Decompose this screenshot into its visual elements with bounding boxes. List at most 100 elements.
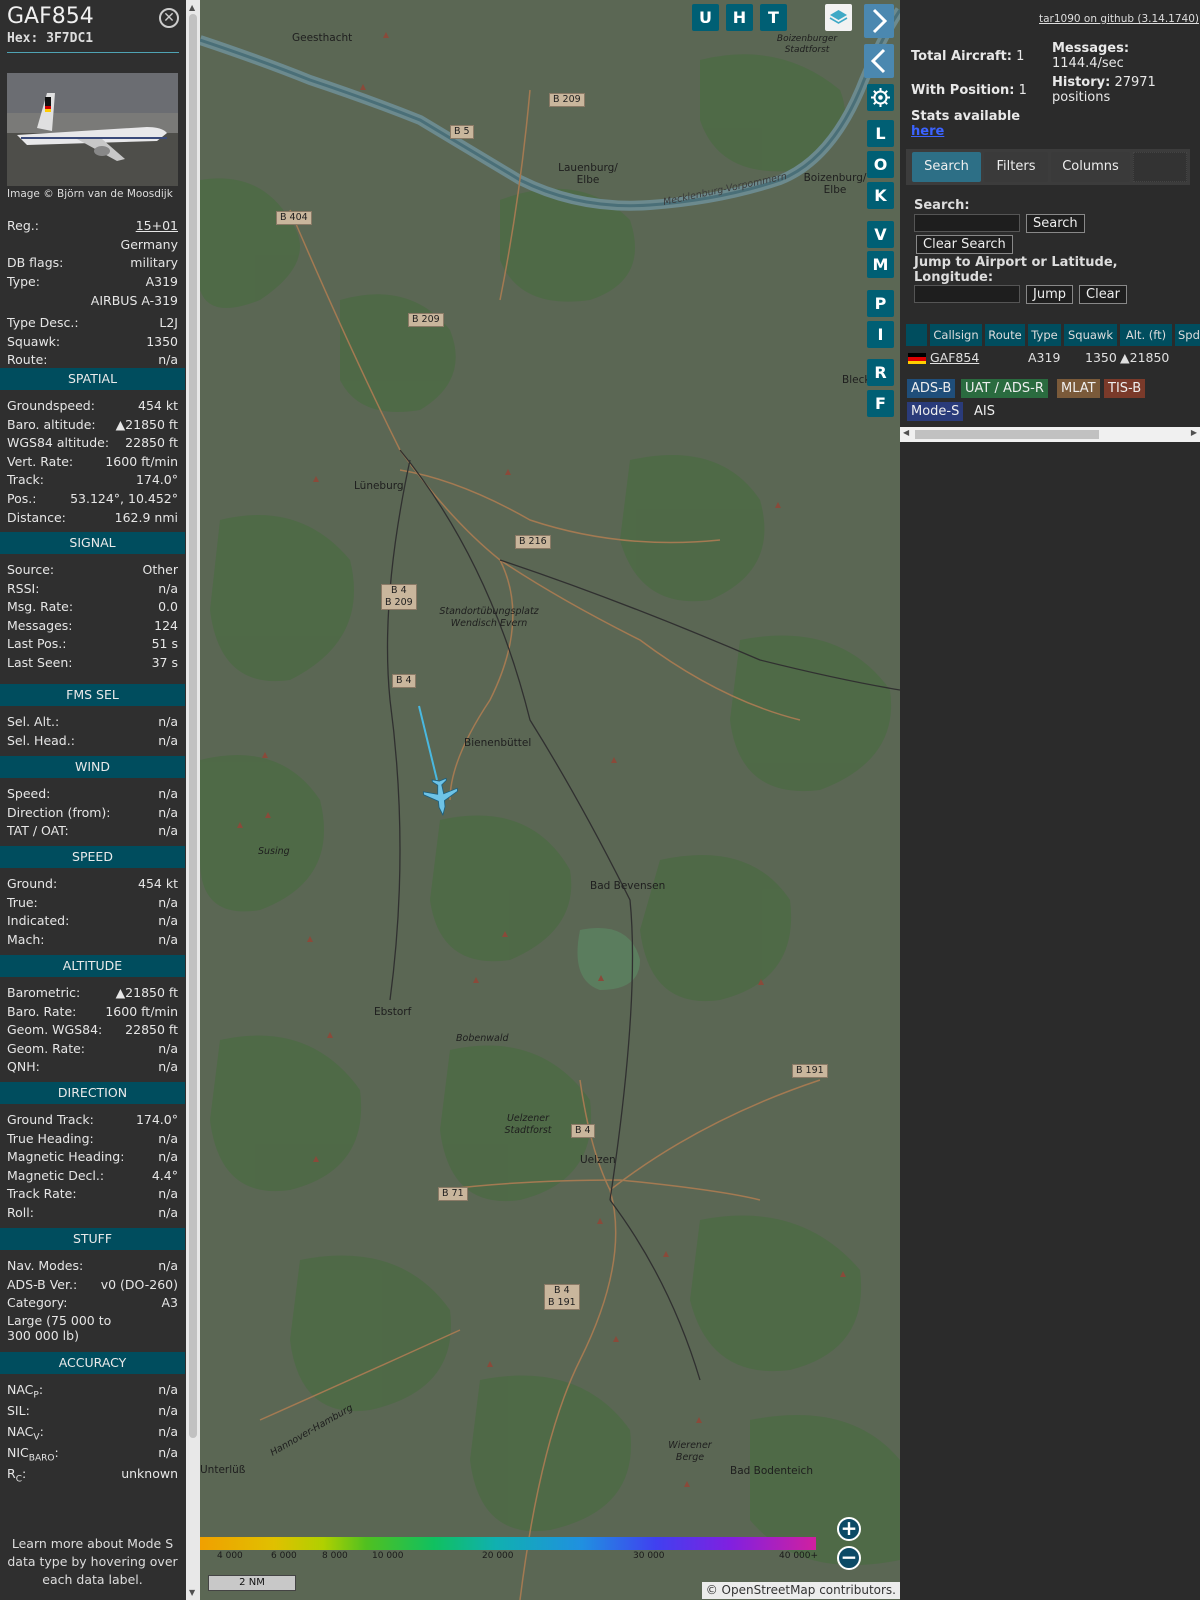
info-row: Squawk: 1350 bbox=[7, 333, 178, 350]
chevron-right-icon[interactable] bbox=[864, 4, 894, 38]
column-header-altitude[interactable]: Alt. (ft) bbox=[1120, 324, 1172, 346]
row-squawk: 1350 bbox=[1085, 350, 1117, 365]
hex-line: Hex: 3F7DC1 bbox=[7, 31, 94, 46]
detail-label: Sel. Head.: bbox=[7, 732, 75, 748]
detail-label: Category: bbox=[7, 1295, 68, 1311]
detail-value: 454 kt bbox=[138, 876, 178, 891]
jump-input[interactable] bbox=[914, 285, 1020, 303]
github-link[interactable]: tar1090 on github (3.14.1740) bbox=[1039, 13, 1199, 25]
aircraft-list-panel: tar1090 on github (3.14.1740) Total Airc… bbox=[900, 0, 1200, 1600]
detail-row: Distance: 162.9 nmi bbox=[7, 509, 178, 526]
detail-label: Last Pos.: bbox=[7, 636, 67, 652]
toggle-k-button[interactable]: K bbox=[867, 182, 894, 209]
info-row: Type Desc.: L2J bbox=[7, 314, 178, 331]
detail-value: 174.0° bbox=[135, 1112, 178, 1127]
left-scrollbar[interactable]: ▲ ▼ bbox=[186, 0, 200, 1600]
germany-flag-icon bbox=[908, 353, 926, 364]
map-attribution: © OpenStreetMap contributors. bbox=[701, 1582, 900, 1599]
tab-filters[interactable]: Filters bbox=[984, 152, 1048, 182]
toggle-o-button[interactable]: O bbox=[867, 151, 894, 178]
tab-columns[interactable]: Columns bbox=[1051, 152, 1130, 182]
map-place-label: Susing bbox=[258, 846, 290, 857]
toggle-f-button[interactable]: F bbox=[867, 390, 894, 417]
detail-label: Pos.: bbox=[7, 491, 37, 506]
detail-value: n/a bbox=[158, 804, 178, 820]
detail-label: Magnetic Heading: bbox=[7, 1149, 125, 1165]
toggle-v-button[interactable]: V bbox=[867, 221, 894, 248]
detail-label: Barometric: bbox=[7, 985, 81, 1000]
toggle-h-button[interactable]: H bbox=[726, 4, 753, 31]
info-label: DB flags: bbox=[7, 255, 64, 270]
info-value: A319 bbox=[145, 274, 178, 289]
column-header-squawk[interactable]: Squawk bbox=[1064, 324, 1117, 346]
detail-label: Ground Track: bbox=[7, 1112, 94, 1127]
info-row: AIRBUS A-319 bbox=[7, 292, 178, 309]
toggle-r-button[interactable]: R bbox=[867, 359, 894, 386]
table-scrollbar-thumb[interactable] bbox=[915, 430, 1099, 439]
detail-value: n/a bbox=[158, 1258, 178, 1273]
detail-row: WGS84 altitude: 22850 ft bbox=[7, 434, 178, 451]
road-label: B 209 bbox=[408, 313, 444, 327]
column-header-speed[interactable]: Spd bbox=[1175, 324, 1200, 346]
detail-row: Track Rate: n/a bbox=[7, 1185, 178, 1202]
column-header-callsign[interactable]: Callsign bbox=[930, 324, 982, 346]
search-input[interactable] bbox=[914, 214, 1020, 232]
detail-row: RC: unknown bbox=[7, 1465, 178, 1485]
info-row: Germany bbox=[7, 236, 178, 253]
detail-label: Geom. WGS84: bbox=[7, 1022, 103, 1038]
jump-button[interactable]: Jump bbox=[1026, 285, 1073, 304]
zoom-out-button[interactable]: − bbox=[837, 1546, 861, 1570]
detail-value: n/a bbox=[158, 823, 178, 839]
road-label: B 216 bbox=[515, 535, 551, 549]
column-header-type[interactable]: Type bbox=[1028, 324, 1061, 346]
detail-label: Geom. Rate: bbox=[7, 1040, 86, 1056]
clear-search-button[interactable]: Clear Search bbox=[916, 235, 1013, 254]
registration-link[interactable]: 15+01 bbox=[136, 217, 178, 234]
aircraft-photo[interactable] bbox=[7, 73, 178, 186]
badge-adsb: ADS-B bbox=[907, 379, 956, 398]
layers-icon[interactable] bbox=[825, 4, 852, 31]
toggle-i-button[interactable]: I bbox=[867, 321, 894, 348]
detail-label: Mach: bbox=[7, 931, 45, 947]
detail-row: Sel. Head.: n/a bbox=[7, 732, 178, 749]
clear-jump-button[interactable]: Clear bbox=[1079, 285, 1127, 304]
toggle-t-button[interactable]: T bbox=[760, 4, 787, 31]
column-header-route[interactable]: Route bbox=[985, 324, 1025, 346]
detail-value: n/a bbox=[158, 1040, 178, 1056]
row-altitude: ▲21850 bbox=[1120, 350, 1170, 365]
image-credit: Image © Björn van de Moosdijk bbox=[7, 188, 173, 200]
chevron-left-icon[interactable] bbox=[864, 44, 894, 78]
column-header-flag[interactable] bbox=[906, 324, 927, 346]
toggle-p-button[interactable]: P bbox=[867, 290, 894, 317]
search-label: Search: bbox=[914, 198, 970, 213]
toggle-l-button[interactable]: L bbox=[867, 120, 894, 147]
info-label: Type: bbox=[7, 274, 40, 289]
callsign-title: GAF854 bbox=[7, 4, 94, 29]
left-scrollbar-thumb[interactable] bbox=[189, 14, 197, 1438]
zoom-in-button[interactable]: + bbox=[837, 1517, 861, 1541]
table-horizontal-scrollbar[interactable]: ◀ ▶ bbox=[900, 427, 1200, 442]
toggle-u-button[interactable]: U bbox=[692, 4, 719, 31]
road-label: B 404 bbox=[276, 211, 312, 225]
row-callsign[interactable]: GAF854 bbox=[930, 349, 979, 367]
detail-row: Last Seen: 37 s bbox=[7, 654, 178, 671]
tab-search[interactable]: Search bbox=[912, 152, 981, 182]
map-place-label: Bobenwald bbox=[456, 1033, 509, 1044]
info-value: 1350 bbox=[146, 334, 178, 349]
stats-link[interactable]: here bbox=[911, 124, 944, 139]
road-label: B 71 bbox=[438, 1187, 468, 1201]
toggle-m-button[interactable]: M bbox=[867, 251, 894, 278]
search-button[interactable]: Search bbox=[1026, 214, 1085, 233]
detail-value: 124 bbox=[154, 617, 178, 633]
detail-label: RC: bbox=[7, 1466, 27, 1485]
detail-label: NACP: bbox=[7, 1382, 44, 1401]
detail-label: Baro. altitude: bbox=[7, 416, 96, 432]
map-view[interactable]: Geesthacht Lauenburg/ Elbe Mecklenburg-Vor… bbox=[200, 0, 900, 1600]
close-icon[interactable]: ✕ bbox=[159, 8, 179, 28]
detail-row: NICBARO: n/a bbox=[7, 1444, 178, 1464]
detail-row: Baro. altitude: ▲21850 ft bbox=[7, 416, 178, 433]
map-place-label: Uelzener Stadtforst bbox=[504, 1113, 552, 1136]
detail-row: SIL: n/a bbox=[7, 1402, 178, 1419]
settings-gear-icon[interactable] bbox=[867, 84, 894, 111]
detail-label: WGS84 altitude: bbox=[7, 435, 110, 451]
